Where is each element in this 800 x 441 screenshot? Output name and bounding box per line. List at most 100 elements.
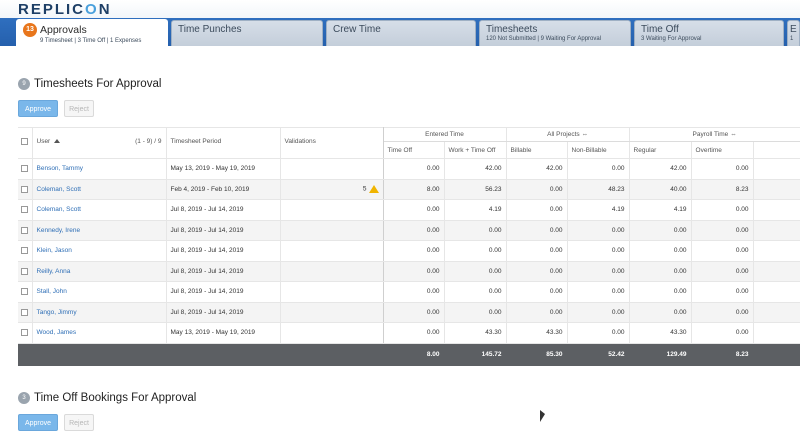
time-off-header: Time Off xyxy=(383,141,445,159)
non-billable-value: 0.00 xyxy=(567,240,630,262)
tab-expenses[interactable]: E 1 xyxy=(787,20,800,46)
total-overtime: 8.23 xyxy=(691,343,754,366)
regular-value: 0.00 xyxy=(629,261,692,282)
overtime-value: 0.00 xyxy=(691,281,754,303)
non-billable-value: 0.00 xyxy=(567,158,630,180)
user-header[interactable]: User (1 - 9) / 9 xyxy=(32,127,167,159)
timeoff-title-text: Time Off Bookings For Approval xyxy=(34,392,197,405)
regular-value: 0.00 xyxy=(629,281,692,303)
row-range-label: (1 - 9) / 9 xyxy=(135,138,162,145)
user-link[interactable]: Stall, John xyxy=(32,281,167,303)
user-link[interactable]: Tango, Jimmy xyxy=(32,302,167,323)
table-row: Tango, Jimmy Jul 8, 2019 - Jul 14, 2019 0.… xyxy=(18,302,800,323)
user-link[interactable]: Coleman, Scott xyxy=(32,199,167,221)
overtime-value: 0.00 xyxy=(691,220,754,241)
time-off-value: 8.00 xyxy=(383,179,445,200)
row-checkbox[interactable] xyxy=(21,165,28,173)
timesheet-period: Jul 8, 2019 - Jul 14, 2019 xyxy=(166,261,281,282)
validations-cell[interactable] xyxy=(280,281,384,303)
billable-value: 0.00 xyxy=(506,220,568,241)
time-off-value: 0.00 xyxy=(383,158,445,180)
time-off-value: 0.00 xyxy=(383,302,445,323)
tab-timesheets-label: Timesheets xyxy=(486,24,538,35)
row-checkbox[interactable] xyxy=(21,329,28,337)
billable-value: 0.00 xyxy=(506,261,568,282)
approve-timeoff-button[interactable]: Approve xyxy=(18,414,58,431)
regular-header: Regular xyxy=(629,141,692,159)
timesheets-section-title: 9 Timesheets For Approval xyxy=(18,78,161,90)
row-checkbox[interactable] xyxy=(21,288,28,296)
regular-value: 42.00 xyxy=(629,158,692,180)
user-header-label: User xyxy=(36,138,51,145)
row-checkbox[interactable] xyxy=(21,267,28,275)
user-link[interactable]: Kennedy, Irene xyxy=(32,220,167,241)
non-billable-value: 0.00 xyxy=(567,281,630,303)
tab-time-punches[interactable]: Time Punches xyxy=(171,20,323,46)
tab-crew-time[interactable]: Crew Time xyxy=(326,20,476,46)
total-regular: 129.49 xyxy=(629,343,692,366)
user-link[interactable]: Klein, Jason xyxy=(32,240,167,262)
user-link[interactable]: Wood, James xyxy=(32,322,167,344)
validations-cell[interactable] xyxy=(280,158,384,180)
expand-icon: ⇔ xyxy=(730,131,737,138)
tab-time-off-sub: 3 Waiting For Approval xyxy=(641,36,702,42)
tab-timesheets[interactable]: Timesheets 120 Not Submitted | 9 Waiting… xyxy=(479,20,631,46)
validations-cell[interactable] xyxy=(280,240,384,262)
work-time-off-value: 0.00 xyxy=(444,302,507,323)
overtime-header: Overtime xyxy=(691,141,754,159)
validations-cell[interactable] xyxy=(280,302,384,323)
table-row: Stall, John Jul 8, 2019 - Jul 14, 2019 0.0… xyxy=(18,281,800,303)
non-billable-value: 48.23 xyxy=(567,179,630,200)
tab-time-off-label: Time Off xyxy=(641,24,679,35)
tab-approvals-sub: 9 Timesheet | 3 Time Off | 1 Expenses xyxy=(40,38,142,44)
work-time-off-header: Work + Time Off xyxy=(444,141,507,159)
user-link[interactable]: Reilly, Anna xyxy=(32,261,167,282)
all-projects-header[interactable]: All Projects ⇔ xyxy=(506,127,630,142)
approve-timesheets-button[interactable]: Approve xyxy=(18,100,58,117)
overtime-value: 0.00 xyxy=(691,240,754,262)
select-all-checkbox[interactable] xyxy=(21,138,28,145)
non-billable-value: 0.00 xyxy=(567,220,630,241)
tab-time-punches-label: Time Punches xyxy=(178,24,242,35)
tab-approvals-label: Approvals xyxy=(40,23,87,36)
payroll-time-label: Payroll Time xyxy=(692,131,729,138)
total-work-time-off: 145.72 xyxy=(444,343,507,366)
timeoff-count-badge: 3 xyxy=(18,392,30,404)
user-link[interactable]: Benson, Tammy xyxy=(32,158,167,180)
table-row: Kennedy, Irene Jul 8, 2019 - Jul 14, 2019… xyxy=(18,220,800,241)
timesheet-period: Jul 8, 2019 - Jul 14, 2019 xyxy=(166,199,281,221)
non-billable-header: Non-Billable xyxy=(567,141,630,159)
validations-cell[interactable]: 5 xyxy=(280,179,384,200)
time-off-value: 0.00 xyxy=(383,199,445,221)
validations-cell[interactable] xyxy=(280,199,384,221)
total-time-off: 8.00 xyxy=(383,343,445,366)
user-link[interactable]: Coleman, Scott xyxy=(32,179,167,200)
work-time-off-value: 43.30 xyxy=(444,322,507,344)
validations-cell[interactable] xyxy=(280,261,384,282)
row-checkbox[interactable] xyxy=(21,247,28,255)
row-checkbox[interactable] xyxy=(21,226,28,234)
approvals-count-badge: 13 xyxy=(23,23,37,37)
payroll-time-header[interactable]: Payroll Time ⇔ xyxy=(629,127,800,142)
tab-time-off[interactable]: Time Off 3 Waiting For Approval xyxy=(634,20,784,46)
timesheet-period: Jul 8, 2019 - Jul 14, 2019 xyxy=(166,302,281,323)
validations-cell[interactable] xyxy=(280,322,384,344)
row-checkbox[interactable] xyxy=(21,185,28,193)
timesheet-period: Jul 8, 2019 - Jul 14, 2019 xyxy=(166,240,281,262)
overtime-value: 0.00 xyxy=(691,322,754,344)
table-row: Klein, Jason Jul 8, 2019 - Jul 14, 2019 0.… xyxy=(18,240,800,262)
work-time-off-value: 4.19 xyxy=(444,199,507,221)
warning-icon xyxy=(368,185,379,194)
work-time-off-value: 0.00 xyxy=(444,281,507,303)
tab-approvals[interactable]: 13 Approvals 9 Timesheet | 3 Time Off | 1… xyxy=(16,19,168,46)
time-off-value: 0.00 xyxy=(383,322,445,344)
table-row: Benson, Tammy May 13, 2019 - May 19, 2019… xyxy=(18,158,800,180)
row-checkbox[interactable] xyxy=(21,308,28,316)
validations-cell[interactable] xyxy=(280,220,384,241)
timesheets-count-badge: 9 xyxy=(18,78,30,90)
row-checkbox[interactable] xyxy=(21,206,28,214)
reject-timesheets-button[interactable]: Reject xyxy=(64,100,94,117)
tab-crew-time-label: Crew Time xyxy=(333,24,381,35)
top-header: REPLICON xyxy=(0,0,800,18)
reject-timeoff-button[interactable]: Reject xyxy=(64,414,94,431)
